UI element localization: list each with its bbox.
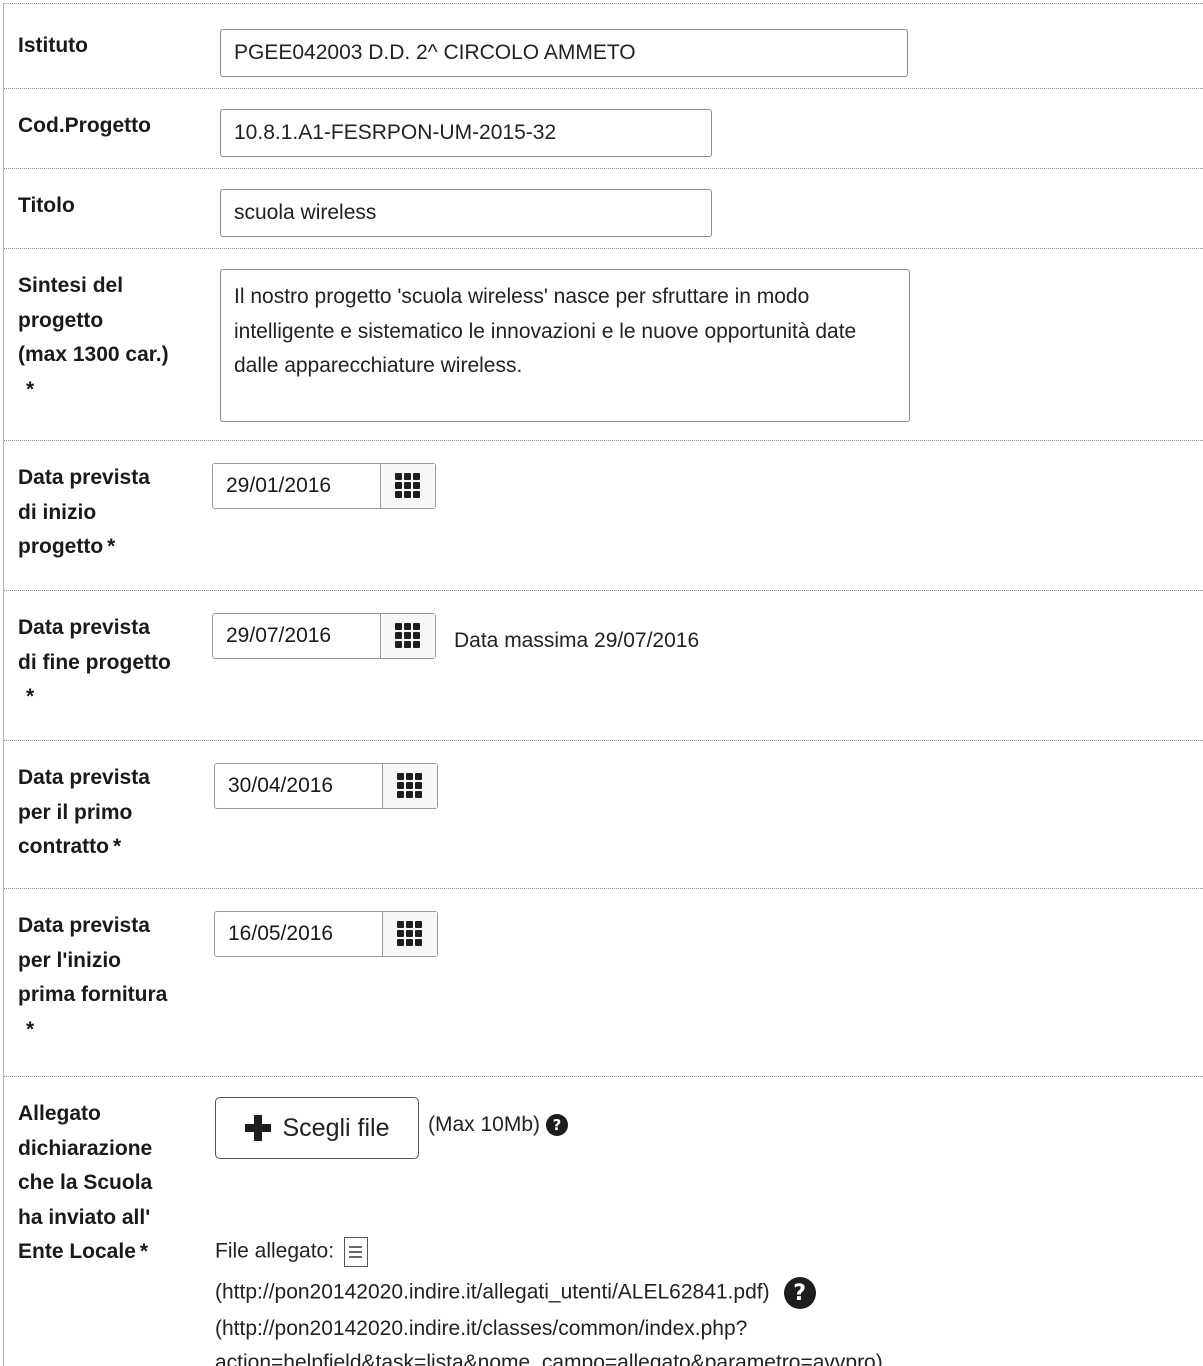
data-inizio-input[interactable]: 29/01/2016 [213,464,381,508]
required-mark: * [26,685,35,708]
istituto-field[interactable]: PGEE042003 D.D. 2^ CIRCOLO AMMETO [220,29,908,77]
label-cod-progetto: Cod.Progetto [18,114,151,137]
calendar-grid-icon [395,473,421,499]
row-data-contratto: Data prevista per il primo contratto * 30… [3,740,1203,889]
row-data-fine: Data prevista di fine progetto * 29/07/2… [3,590,1203,741]
required-mark: * [26,377,35,401]
data-fine-datepicker: 29/07/2016 [212,613,436,659]
data-inizio-datepicker: 29/01/2016 [212,463,436,509]
required-mark: * [113,835,122,858]
row-istituto: Istituto PGEE042003 D.D. 2^ CIRCOLO AMME… [3,3,1203,89]
data-contratto-input[interactable]: 30/04/2016 [215,764,383,808]
file-allegato-line: File allegato: [215,1237,368,1267]
help-url-link[interactable]: (http://pon20142020.indire.it/classes/co… [215,1317,747,1340]
plus-icon [244,1115,271,1141]
calendar-grid-icon [395,623,421,649]
data-fornitura-datepicker: 16/05/2016 [214,911,438,957]
row-cod-progetto: Cod.Progetto 10.8.1.A1-FESRPON-UM-2015-3… [3,88,1203,169]
required-mark: * [107,535,116,558]
label-allegato: Allegato dichiarazione che la Scuola ha … [18,1102,153,1263]
data-massima-note: Data massima 29/07/2016 [454,629,700,652]
row-allegato: Allegato dichiarazione che la Scuola ha … [3,1076,1203,1366]
data-contratto-datepicker: 30/04/2016 [214,763,438,809]
data-fine-input[interactable]: 29/07/2016 [213,614,381,658]
calendar-button[interactable] [381,464,435,508]
label-data-fine: Data prevista di fine progetto * [18,616,171,708]
row-titolo: Titolo scuola wireless [3,168,1203,249]
label-data-contratto: Data prevista per il primo contratto * [18,766,150,858]
required-mark: * [139,1240,149,1263]
help-icon[interactable]: ? [783,1277,816,1309]
sintesi-textarea[interactable]: Il nostro progetto 'scuola wireless' nas… [220,269,910,422]
file-url-link[interactable]: (http://pon20142020.indire.it/allegati_u… [215,1281,770,1304]
project-form: Istituto PGEE042003 D.D. 2^ CIRCOLO AMME… [0,0,1203,1366]
required-mark: * [26,1017,35,1041]
file-url-line: (http://pon20142020.indire.it/allegati_u… [215,1277,816,1309]
help-icon[interactable]: ? [546,1114,569,1137]
data-fornitura-input[interactable]: 16/05/2016 [215,912,383,956]
titolo-field[interactable]: scuola wireless [220,189,712,237]
choose-file-button[interactable]: Scegli file [215,1097,419,1159]
document-icon[interactable] [343,1237,368,1267]
row-data-fornitura: Data prevista per l'inizio prima fornitu… [3,888,1203,1077]
calendar-button[interactable] [381,614,435,658]
label-istituto: Istituto [18,34,88,57]
help-url-link-cont[interactable]: action=helpfield&task=lista&nome_campo=a… [215,1351,883,1366]
row-data-inizio: Data prevista di inizio progetto * 29/01/… [3,440,1203,591]
label-sintesi: Sintesi del progetto (max 1300 car.) * [18,274,169,401]
help-url-line-1: (http://pon20142020.indire.it/classes/co… [215,1317,747,1341]
label-titolo: Titolo [18,194,75,217]
calendar-grid-icon [397,921,423,947]
calendar-button[interactable] [383,912,437,956]
calendar-grid-icon [397,773,423,799]
cod-progetto-field[interactable]: 10.8.1.A1-FESRPON-UM-2015-32 [220,109,712,157]
label-data-inizio: Data prevista di inizio progetto * [18,466,150,558]
max-size-note: (Max 10Mb)? [428,1113,569,1137]
label-data-fornitura: Data prevista per l'inizio prima fornitu… [18,914,168,1041]
calendar-button[interactable] [383,764,437,808]
row-sintesi: Sintesi del progetto (max 1300 car.) * I… [3,248,1203,441]
help-url-line-2: action=helpfield&task=lista&nome_campo=a… [215,1351,883,1366]
